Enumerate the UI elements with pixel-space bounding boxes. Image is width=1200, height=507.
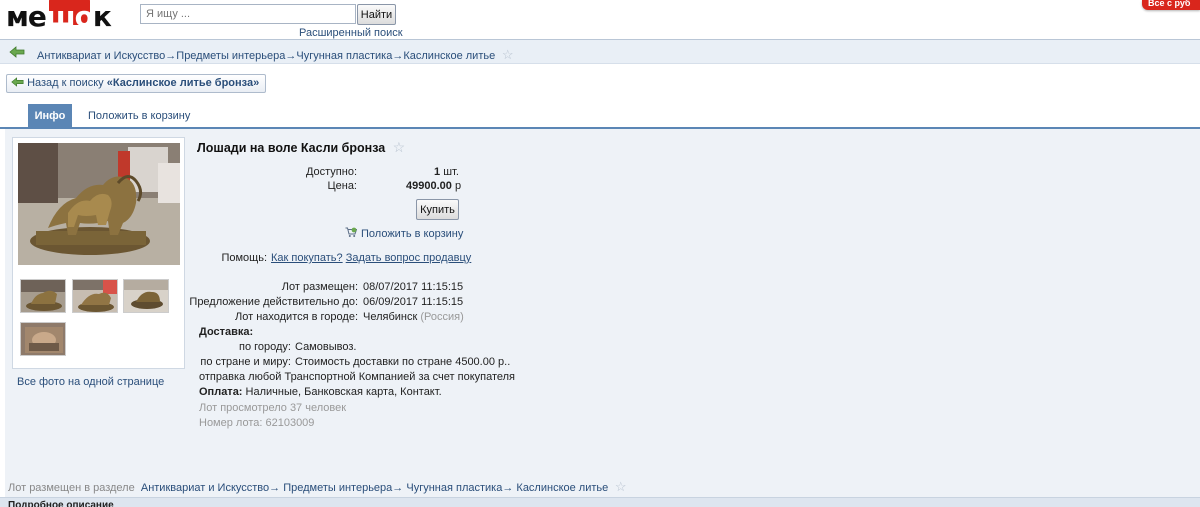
breadcrumb-separator: → (502, 482, 514, 494)
breadcrumb: Антиквариат и Искусство→Предметы интерье… (37, 47, 514, 63)
delivery-country-label: по стране и миру: (200, 356, 291, 368)
breadcrumb-item-cast-iron[interactable]: Чугунная пластика (296, 50, 392, 62)
main-photo[interactable] (18, 143, 180, 265)
delivery-country-value: Стоимость доставки по стране 4500.00 р.. (295, 356, 511, 368)
breadcrumb-separator: → (392, 50, 404, 62)
price-value: 49900.00 р (406, 180, 461, 192)
delivery-city-value: Самовывоз. (295, 341, 357, 353)
price-amount: 49900.00 (406, 180, 452, 192)
placed-in-label: Лот размещен в разделе (8, 482, 135, 494)
search-input[interactable] (140, 4, 356, 24)
corner-tab[interactable]: Все с руб (1142, 0, 1200, 10)
thumbnail[interactable] (72, 279, 118, 313)
available-value: 1 шт. (434, 166, 459, 178)
delivery-city-label: по городу: (239, 341, 291, 353)
breadcrumb-separator: → (392, 482, 404, 494)
all-photos-link[interactable]: Все фото на одной странице (17, 376, 164, 388)
thumbnail[interactable] (123, 279, 169, 313)
help-label: Помощь: (221, 252, 267, 264)
cart-icon (345, 227, 357, 237)
available-unit: шт. (443, 166, 459, 178)
available-count: 1 (434, 166, 441, 178)
breadcrumb-item-kasli[interactable]: Каслинское литье (403, 50, 495, 62)
buy-button[interactable]: Купить (416, 199, 459, 220)
payment-value: Наличные, Банковская карта, Контакт. (245, 386, 442, 398)
thumbnail[interactable] (20, 322, 66, 356)
site-logo[interactable]: мешок (6, 0, 112, 34)
lot-title: Лошади на воле Касли бронза ☆ (197, 139, 405, 156)
price-label: Цена: (327, 180, 357, 192)
description-heading: Подробное описание (8, 500, 114, 507)
help-links: Как покупать? Задать вопрос продавцу (271, 252, 471, 264)
add-to-cart-link[interactable]: Положить в корзину (345, 227, 463, 240)
posted-value: 08/07/2017 11:15:15 (363, 281, 464, 293)
star-icon[interactable]: ☆ (498, 47, 514, 62)
city-name: Челябинск (363, 311, 418, 323)
tab-add-to-cart[interactable]: Положить в корзину (88, 110, 190, 122)
city-value: Челябинск (Россия) (363, 311, 464, 323)
delivery-heading: Доставка: (199, 326, 254, 338)
advanced-search-link[interactable]: Расширенный поиск (299, 27, 403, 39)
star-icon[interactable]: ☆ (389, 139, 406, 155)
back-arrow-icon[interactable] (9, 46, 25, 58)
breadcrumb-item-interior[interactable]: Предметы интерьера (176, 50, 285, 62)
available-label: Доступно: (305, 166, 357, 178)
payment-row: Оплата: Наличные, Банковская карта, Конт… (199, 386, 442, 398)
delivery-note: отправка любой Транспортной Компанией за… (199, 371, 516, 383)
posted-label: Лот размещен: (281, 281, 358, 293)
lot-title-text: Лошади на воле Касли бронза (197, 141, 386, 155)
city-country: (Россия) (420, 311, 464, 323)
star-icon[interactable]: ☆ (611, 479, 627, 494)
breadcrumb-item-cast-iron[interactable]: Чугунная пластика (406, 482, 502, 494)
add-to-cart-label: Положить в корзину (361, 228, 464, 240)
valid-until-label: Предложение действительно до: (189, 296, 358, 308)
back-to-search-button[interactable]: Назад к поиску «Каслинское литье бронза» (6, 74, 267, 93)
logo-text-3: к (92, 0, 112, 33)
lot-number: Номер лота: 62103009 (199, 417, 315, 429)
city-label: Лот находится в городе: (235, 311, 358, 323)
breadcrumb-item-antiques[interactable]: Антиквариат и Искусство (37, 50, 165, 62)
search-button[interactable]: Найти (357, 4, 396, 25)
breadcrumb-item-kasli[interactable]: Каслинское литье (516, 482, 608, 494)
how-to-buy-link[interactable]: Как покупать? (271, 252, 343, 264)
back-arrow-icon (11, 77, 24, 87)
breadcrumb-item-interior[interactable]: Предметы интерьера (283, 482, 392, 494)
breadcrumb-item-antiques[interactable]: Антиквариат и Искусство (141, 482, 269, 494)
back-to-search-label: Назад к поиску (27, 77, 104, 89)
logo-text-1: ме (6, 0, 47, 33)
views-count: Лот просмотрело 37 человек (199, 402, 347, 414)
tab-info[interactable]: Инфо (28, 104, 72, 128)
description-header-bar (0, 497, 1200, 507)
logo-text-2: шо (45, 0, 94, 33)
back-to-search-query: «Каслинское литье бронза» (106, 77, 260, 89)
breadcrumb-separator: → (269, 482, 281, 494)
breadcrumb-separator: → (165, 50, 177, 62)
ask-seller-link[interactable]: Задать вопрос продавцу (346, 252, 472, 264)
price-unit: р (454, 180, 462, 192)
breadcrumb-separator: → (285, 50, 297, 62)
payment-label: Оплата: (199, 386, 243, 398)
valid-until-value: 06/09/2017 11:15:15 (363, 296, 464, 308)
bottom-breadcrumb: Лот размещен в разделе Антиквариат и Иск… (8, 479, 627, 495)
thumbnail[interactable] (20, 279, 66, 313)
